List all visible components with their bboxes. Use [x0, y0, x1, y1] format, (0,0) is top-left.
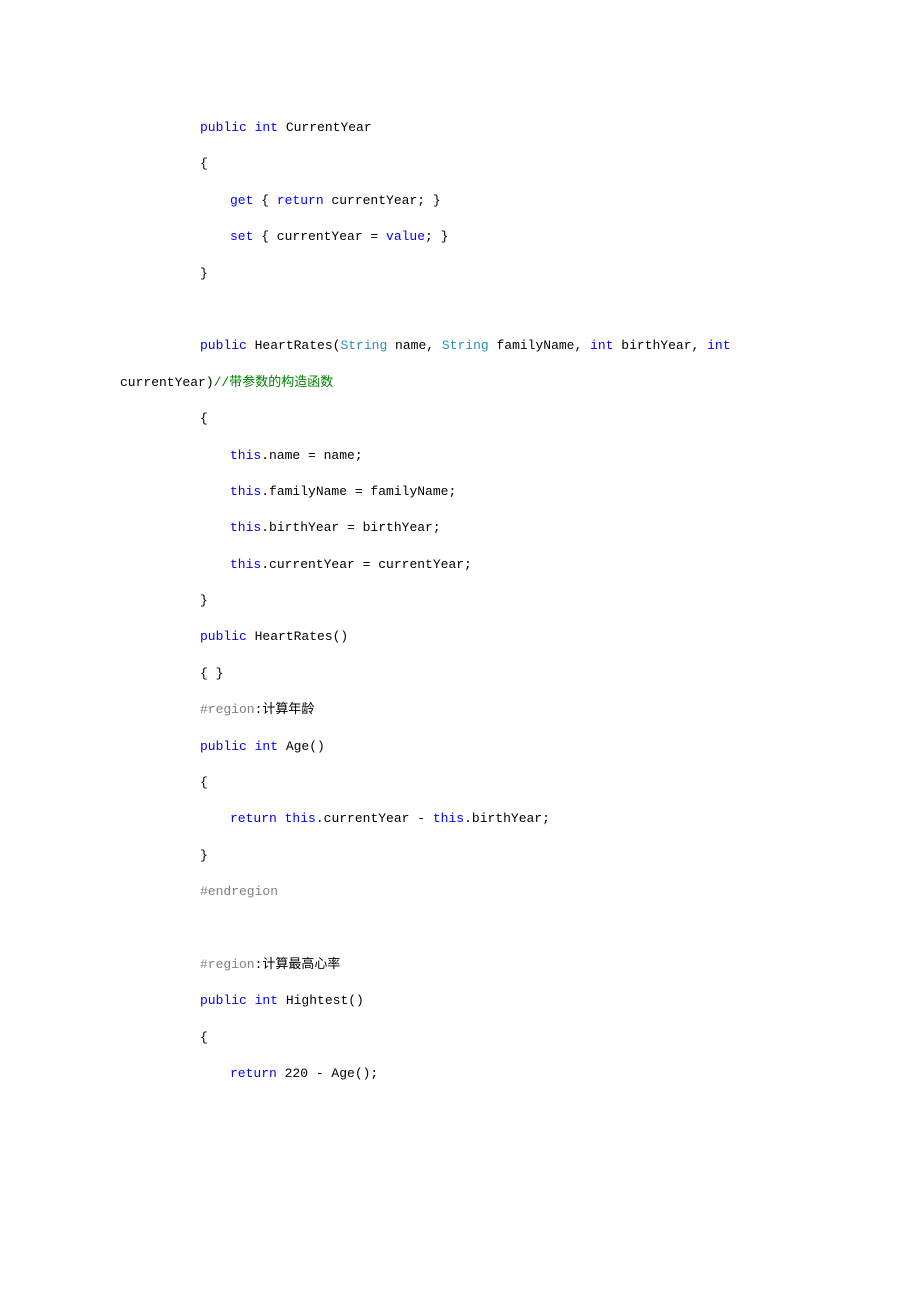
- code-token: return: [230, 1066, 277, 1081]
- code-token: CurrentYear: [278, 120, 372, 135]
- code-token: public: [200, 338, 247, 353]
- code-token: { }: [200, 666, 223, 681]
- code-token: {: [200, 1030, 208, 1045]
- code-token: int: [255, 739, 278, 754]
- code-token: [247, 739, 255, 754]
- code-line: return 220 - Age();: [120, 1056, 800, 1092]
- code-line: this.currentYear = currentYear;: [120, 547, 800, 583]
- code-line: #endregion: [120, 874, 800, 910]
- code-token: ; }: [425, 229, 448, 244]
- code-token: public: [200, 739, 247, 754]
- code-token: public: [200, 993, 247, 1008]
- code-token: #endregion: [200, 884, 278, 899]
- code-line: { }: [120, 656, 800, 692]
- code-token: [731, 338, 739, 353]
- code-document: public int CurrentYear{get { return curr…: [0, 0, 920, 1153]
- code-token: int: [255, 993, 278, 1008]
- code-token: 220 - Age();: [277, 1066, 378, 1081]
- code-line: public HeartRates(): [120, 619, 800, 655]
- code-line: this.birthYear = birthYear;: [120, 510, 800, 546]
- code-token: {: [200, 156, 208, 171]
- code-token: }: [200, 266, 208, 281]
- code-token: .birthYear;: [464, 811, 550, 826]
- code-line: {: [120, 401, 800, 437]
- code-line: public int CurrentYear: [120, 110, 800, 146]
- code-token: #region: [200, 702, 255, 717]
- code-token: return: [230, 811, 277, 826]
- code-line: {: [120, 1020, 800, 1056]
- code-token: .birthYear = birthYear;: [261, 520, 440, 535]
- code-token: { currentYear =: [253, 229, 386, 244]
- code-token: :计算最高心率: [255, 957, 341, 972]
- code-token: [277, 811, 285, 826]
- code-token: int: [255, 120, 278, 135]
- code-token: this: [285, 811, 316, 826]
- code-token: Hightest(): [278, 993, 364, 1008]
- code-token: {: [200, 411, 208, 426]
- code-token: //带参数的构造函数: [214, 375, 334, 390]
- code-line: [120, 911, 800, 947]
- code-token: currentYear): [120, 375, 214, 390]
- code-token: [247, 993, 255, 1008]
- code-token: {: [253, 193, 276, 208]
- code-line: return this.currentYear - this.birthYear…: [120, 801, 800, 837]
- code-line: this.name = name;: [120, 438, 800, 474]
- code-token: return: [277, 193, 324, 208]
- code-token: }: [200, 848, 208, 863]
- code-token: this: [230, 448, 261, 463]
- code-token: set: [230, 229, 253, 244]
- code-line: this.familyName = familyName;: [120, 474, 800, 510]
- code-line: public HeartRates(String name, String fa…: [120, 328, 800, 364]
- code-token: value: [386, 229, 425, 244]
- code-token: currentYear; }: [324, 193, 441, 208]
- code-line: {: [120, 765, 800, 801]
- code-token: {: [200, 775, 208, 790]
- code-token: name,: [387, 338, 442, 353]
- code-token: Age(): [278, 739, 325, 754]
- code-token: int: [707, 338, 730, 353]
- code-token: this: [433, 811, 464, 826]
- code-token: .currentYear = currentYear;: [261, 557, 472, 572]
- code-token: get: [230, 193, 253, 208]
- code-token: this: [230, 520, 261, 535]
- code-token: [247, 120, 255, 135]
- code-token: public: [200, 629, 247, 644]
- code-line: #region:计算年龄: [120, 692, 800, 728]
- code-token: String: [442, 338, 489, 353]
- code-token: .name = name;: [261, 448, 362, 463]
- code-token: birthYear,: [614, 338, 708, 353]
- code-token: familyName,: [489, 338, 590, 353]
- code-token: }: [200, 593, 208, 608]
- code-line: [120, 292, 800, 328]
- code-token: #region: [200, 957, 255, 972]
- code-token: int: [590, 338, 613, 353]
- code-line: public int Age(): [120, 729, 800, 765]
- code-line: get { return currentYear; }: [120, 183, 800, 219]
- code-line: set { currentYear = value; }: [120, 219, 800, 255]
- code-line: #region:计算最高心率: [120, 947, 800, 983]
- code-token: this: [230, 484, 261, 499]
- code-line: public int Hightest(): [120, 983, 800, 1019]
- code-line: }: [120, 583, 800, 619]
- code-token: .currentYear -: [316, 811, 433, 826]
- code-line: currentYear)//带参数的构造函数: [120, 365, 800, 401]
- code-token: HeartRates(): [247, 629, 348, 644]
- code-token: HeartRates(: [247, 338, 341, 353]
- code-line: }: [120, 256, 800, 292]
- code-token: String: [340, 338, 387, 353]
- code-token: :计算年龄: [255, 702, 315, 717]
- code-token: this: [230, 557, 261, 572]
- code-block: public int CurrentYear{get { return curr…: [120, 110, 800, 1093]
- code-line: }: [120, 838, 800, 874]
- code-token: public: [200, 120, 247, 135]
- code-token: .familyName = familyName;: [261, 484, 456, 499]
- code-line: {: [120, 146, 800, 182]
